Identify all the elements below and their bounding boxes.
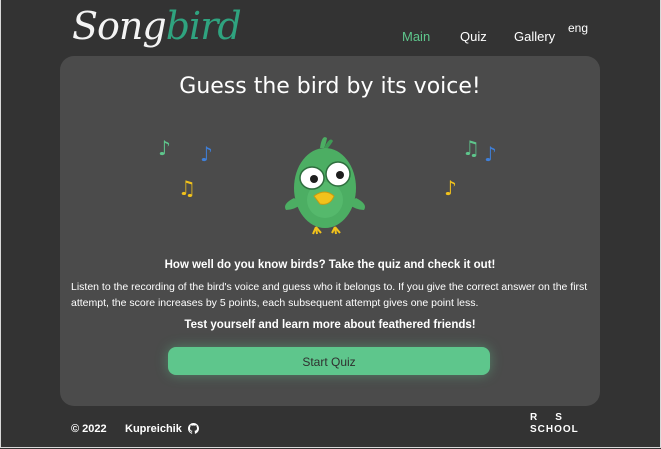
music-note-icon: ♪	[200, 142, 213, 166]
music-note-icon: ♪	[444, 176, 457, 200]
start-quiz-button[interactable]: Start Quiz	[168, 347, 490, 375]
rs-school-logo[interactable]: RS SCHOOL	[530, 413, 592, 441]
school-logo-row2: SCHOOL	[530, 424, 579, 435]
lead-text: How well do you know birds? Take the qui…	[164, 259, 496, 271]
bird-mascot	[285, 137, 365, 235]
nav-link-quiz[interactable]: Quiz	[460, 29, 487, 44]
author-link[interactable]: Kupreichik	[125, 423, 199, 435]
music-note-icon: ♪	[158, 136, 171, 160]
school-logo-row1: RS	[530, 412, 580, 423]
nav-link-main[interactable]: Main	[402, 29, 430, 44]
description-text: Listen to the recording of the bird's vo…	[71, 281, 588, 309]
author-name: Kupreichik	[125, 423, 182, 435]
nav-link-gallery[interactable]: Gallery	[514, 29, 555, 44]
bird-illustration: ♪ ♪ ♫ ♫ ♪ ♪	[60, 126, 600, 246]
music-note-icon: ♫	[178, 176, 196, 200]
page-title: Guess the bird by its voice!	[179, 74, 481, 99]
main-card: Guess the bird by its voice! ♪ ♪ ♫ ♫ ♪ ♪	[60, 56, 600, 406]
language-switch[interactable]: eng	[568, 21, 588, 35]
music-note-icon: ♫	[462, 136, 480, 160]
header: Songbird Main Quiz Gallery eng	[0, 0, 661, 56]
copyright-text: © 2022	[71, 423, 107, 435]
music-note-icon: ♪	[484, 142, 497, 166]
tagline-text: Test yourself and learn more about feath…	[184, 319, 476, 331]
footer: © 2022 Kupreichik RS SCHOOL	[0, 410, 661, 449]
main-nav: Main Quiz Gallery	[0, 29, 661, 49]
github-icon	[187, 423, 199, 434]
